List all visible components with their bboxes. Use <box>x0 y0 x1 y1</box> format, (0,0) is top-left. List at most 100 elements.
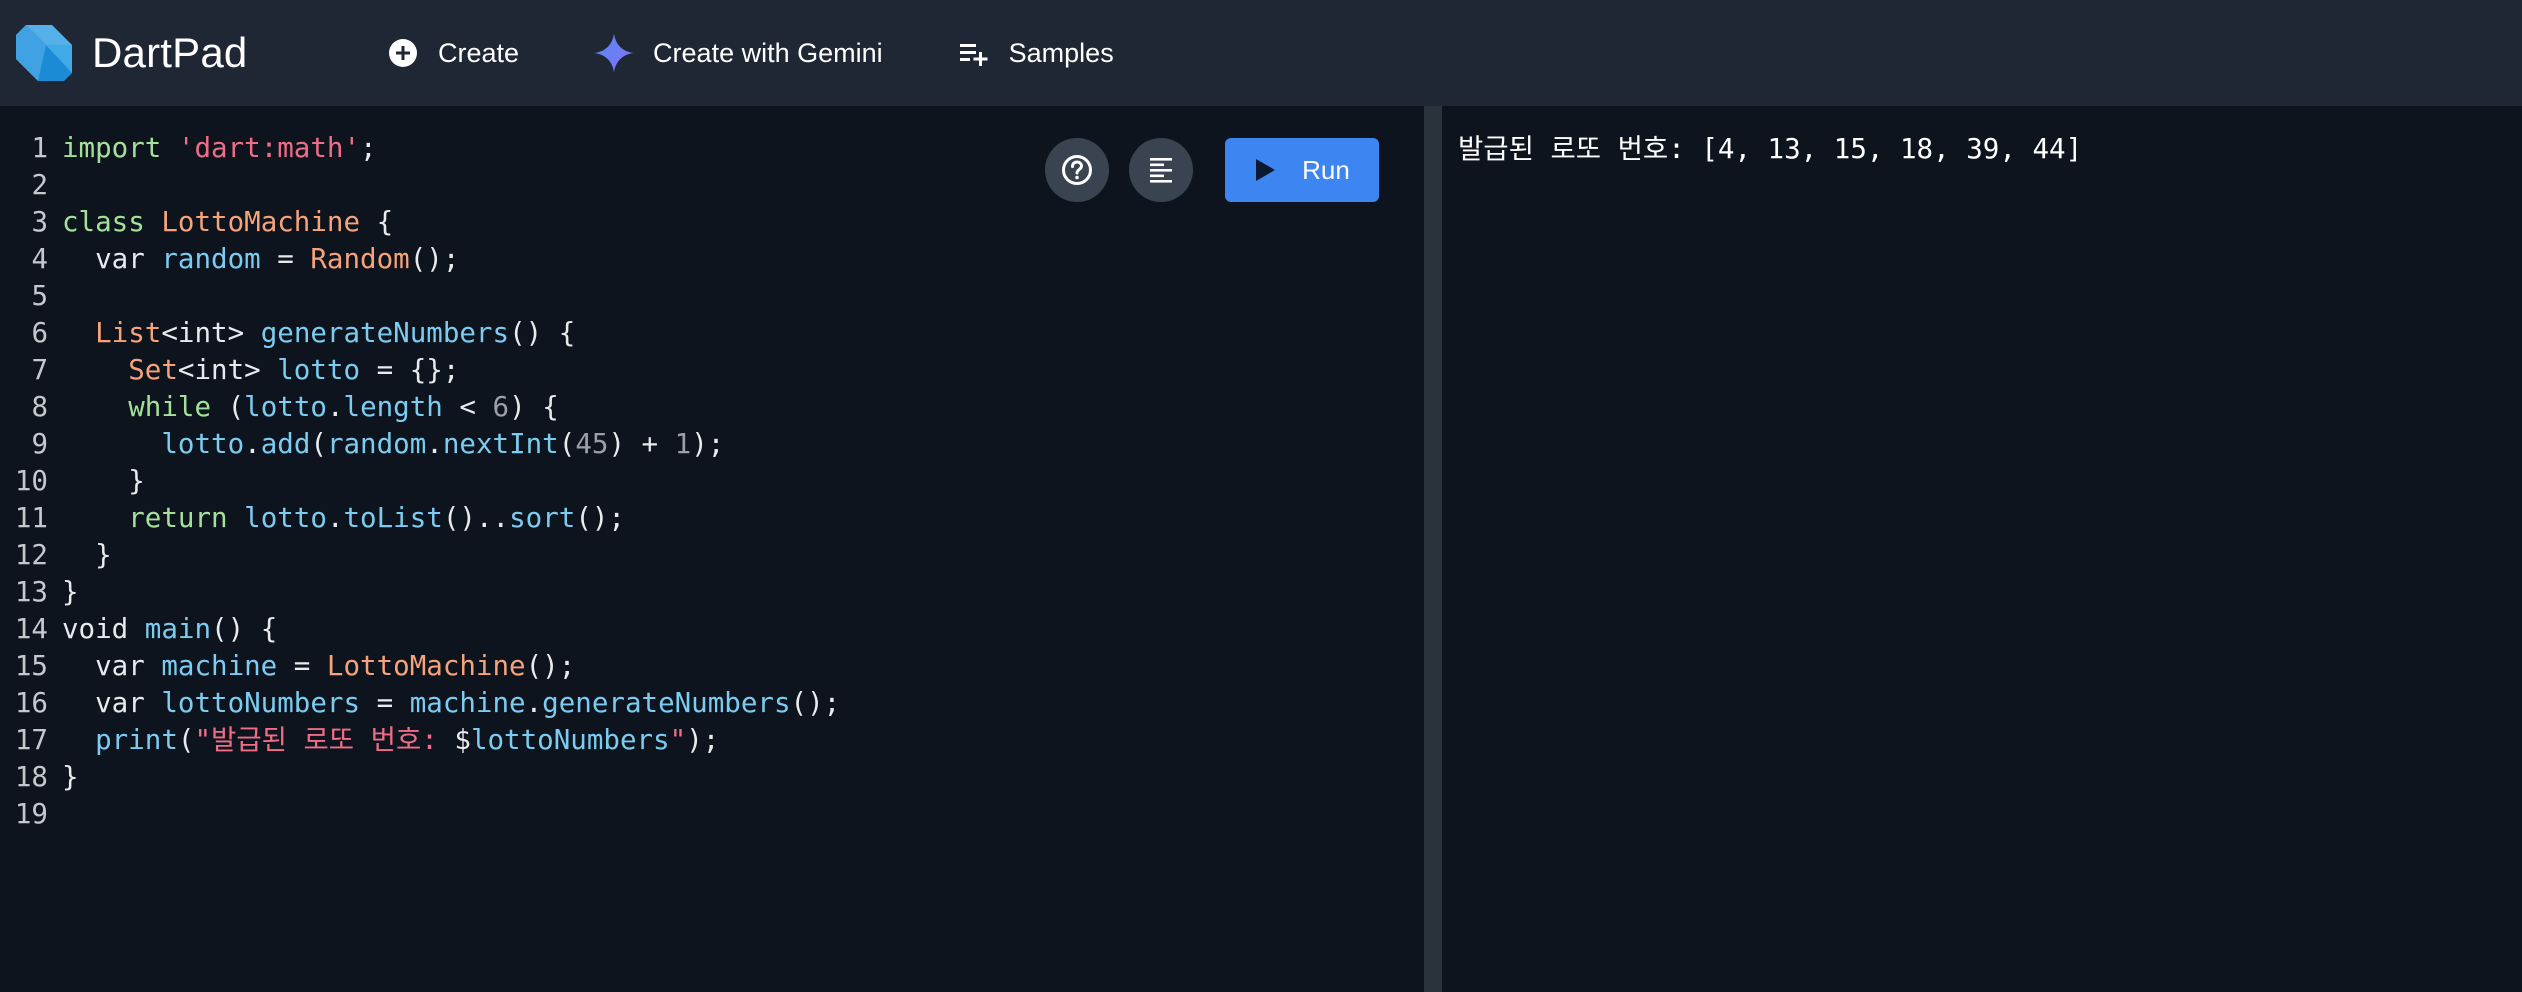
code-token: lotto <box>244 502 327 534</box>
code-token: lotto <box>161 428 245 460</box>
code-text: class LottoMachine { <box>48 204 393 241</box>
code-line[interactable]: 8 while (lotto.length < 6) { <box>0 389 840 426</box>
code-line[interactable]: 4 var random = Random(); <box>0 241 840 278</box>
create-label: Create <box>438 37 520 68</box>
code-text: import 'dart:math'; <box>48 130 377 167</box>
line-number: 15 <box>14 650 48 682</box>
code-line[interactable]: 15 var machine = LottoMachine(); <box>0 648 840 685</box>
code-token: ( <box>558 428 576 460</box>
code-text: List<int> generateNumbers() { <box>48 315 575 352</box>
play-icon <box>1256 159 1276 181</box>
pane-divider[interactable] <box>1424 106 1442 992</box>
create-button[interactable]: Create <box>372 21 533 85</box>
code-token: (); <box>525 650 576 682</box>
code-lines[interactable]: 1 import 'dart:math'; 2 3 class LottoMachine… <box>0 130 840 833</box>
line-number: 8 <box>31 391 48 423</box>
code-token: . <box>326 502 344 534</box>
code-token: . <box>326 391 344 423</box>
code-token: (); <box>790 687 841 719</box>
code-line[interactable]: 5 <box>0 278 840 315</box>
code-token: () { <box>211 613 278 645</box>
line-number: 1 <box>31 132 48 164</box>
create-with-gemini-button[interactable]: Create with Gemini <box>579 21 897 85</box>
brand[interactable]: DartPad <box>12 21 372 85</box>
code-text: var random = Random(); <box>48 241 459 278</box>
code-line[interactable]: 1 import 'dart:math'; <box>0 130 840 167</box>
code-token: = <box>260 243 311 275</box>
line-number: 18 <box>14 761 48 793</box>
samples-label: Samples <box>1008 37 1114 68</box>
code-token: lotto <box>244 391 327 423</box>
code-token: " <box>669 724 687 756</box>
code-token: 'dart:math' <box>177 132 361 164</box>
code-text: void main() { <box>48 611 277 648</box>
code-token: nextInt <box>442 428 559 460</box>
samples-button[interactable]: Samples <box>943 21 1128 85</box>
code-text: var lottoNumbers = machine.generateNumbe… <box>48 685 840 722</box>
code-token: <int> <box>177 354 278 386</box>
run-label: Run <box>1302 154 1350 185</box>
code-token: generateNumbers <box>542 687 791 719</box>
code-token: { <box>360 206 394 238</box>
help-button[interactable] <box>1045 138 1109 202</box>
dart-logo-icon <box>16 25 72 81</box>
code-text: Set<int> lotto = {}; <box>48 352 459 389</box>
code-token: lottoNumbers <box>161 687 361 719</box>
code-token: (); <box>575 502 625 534</box>
code-token: return <box>128 502 228 534</box>
code-token: Random <box>310 243 410 275</box>
code-line[interactable]: 12 } <box>0 537 840 574</box>
code-token: var <box>62 243 162 275</box>
code-line[interactable]: 2 <box>0 167 840 204</box>
code-line[interactable]: 18} <box>0 759 840 796</box>
code-line[interactable]: 14 void main() { <box>0 611 840 648</box>
code-token: } <box>62 465 145 497</box>
code-text: return lotto.toList()..sort(); <box>48 500 625 537</box>
line-number: 17 <box>14 724 48 756</box>
code-token: . <box>426 428 443 460</box>
code-text: lotto.add(random.nextInt(45) + 1); <box>48 426 724 463</box>
code-line[interactable]: 10 } <box>0 463 840 500</box>
code-token: add <box>260 428 311 460</box>
code-line[interactable]: 19 <box>0 796 840 833</box>
line-number: 13 <box>14 576 48 608</box>
code-line[interactable]: 11 return lotto.toList()..sort(); <box>0 500 840 537</box>
code-token: LottoMachine <box>326 650 526 682</box>
code-editor[interactable]: 1 import 'dart:math'; 2 3 class LottoMachine… <box>0 106 1424 992</box>
code-token: class <box>62 206 145 238</box>
format-button[interactable] <box>1129 138 1193 202</box>
code-line[interactable]: 6 List<int> generateNumbers() { <box>0 315 840 352</box>
code-token: "발급된 로또 번호: <box>194 724 455 756</box>
code-line[interactable]: 7 Set<int> lotto = {}; <box>0 352 840 389</box>
code-token: ; <box>360 132 377 164</box>
run-button[interactable]: Run <box>1225 138 1379 202</box>
console-output: 발급된 로또 번호: [4, 13, 15, 18, 39, 44] <box>1442 106 2522 992</box>
code-token: random <box>161 243 261 275</box>
code-line[interactable]: 3 class LottoMachine { <box>0 204 840 241</box>
code-token: ().. <box>442 502 510 534</box>
code-line[interactable]: 17 print("발급된 로또 번호: $lottoNumbers"); <box>0 722 840 759</box>
code-token: ); <box>686 724 720 756</box>
code-token: generateNumbers <box>260 317 510 349</box>
line-number: 6 <box>31 317 48 349</box>
code-token: } <box>62 761 79 793</box>
code-token: () { <box>509 317 576 349</box>
code-token: 45 <box>575 428 609 460</box>
code-line[interactable]: 13} <box>0 574 840 611</box>
code-token: import <box>62 132 162 164</box>
code-line[interactable]: 9 lotto.add(random.nextInt(45) + 1); <box>0 426 840 463</box>
code-text: } <box>48 537 112 574</box>
code-token: $ <box>454 724 471 756</box>
playlist-add-icon <box>959 44 988 66</box>
code-line[interactable]: 16 var lottoNumbers = machine.generateNu… <box>0 685 840 722</box>
code-token: ( <box>310 428 327 460</box>
